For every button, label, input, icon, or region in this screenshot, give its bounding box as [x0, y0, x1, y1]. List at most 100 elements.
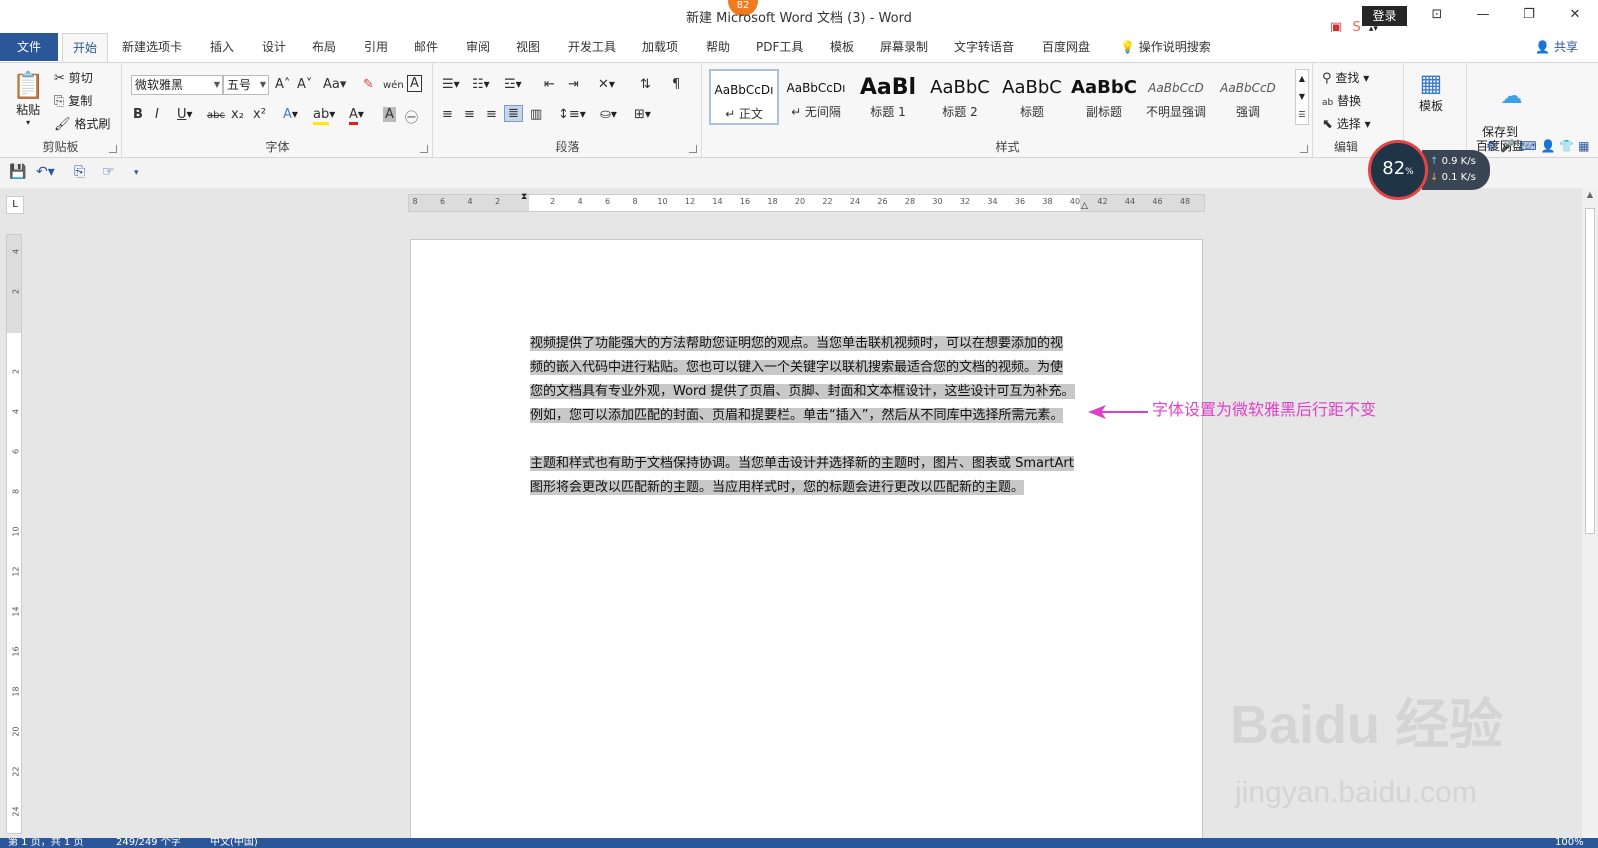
tab-item[interactable]: 审阅 [466, 38, 490, 55]
paste-button[interactable]: 📋 粘贴 ▾ [12, 71, 44, 127]
new-document-icon[interactable]: ⎘ [74, 164, 85, 180]
person-icon[interactable]: 👤 [1541, 139, 1556, 153]
tab-home[interactable]: 开始 [62, 33, 108, 63]
bold-button[interactable]: B [133, 107, 143, 122]
tab-item[interactable]: 视图 [516, 38, 540, 55]
grow-font-button[interactable]: A˄ [275, 77, 290, 92]
italic-button[interactable]: I [155, 107, 159, 122]
paragraph-2[interactable]: 主题和样式也有助于文档保持协调。当您单击设计并选择新的主题时，图片、图表或 Sm… [530, 452, 1075, 500]
share-button[interactable]: 👤 共享 [1535, 38, 1578, 55]
cut-button[interactable]: ✂ 剪切 [54, 69, 93, 86]
numbering-button[interactable]: ☷▾ [472, 77, 490, 92]
character-shading-button[interactable]: A [383, 107, 396, 122]
tab-item[interactable]: PDF工具 [756, 38, 803, 55]
tab-item[interactable]: 开发工具 [568, 38, 616, 55]
underline-button[interactable]: U▾ [177, 107, 193, 122]
superscript-button[interactable]: x² [253, 107, 266, 122]
clear-formatting-button[interactable]: ✎ [363, 77, 374, 92]
select-button[interactable]: ⬉ 选择 ▾ [1322, 115, 1371, 132]
tab-file[interactable]: 文件 [0, 33, 58, 61]
microphone-icon[interactable]: 🎤 [1501, 139, 1516, 153]
styles-launcher-icon[interactable] [1300, 145, 1308, 153]
clipboard-launcher-icon[interactable] [109, 145, 117, 153]
font-size-combo[interactable]: 五号 ▼ [223, 75, 269, 95]
zoom-level[interactable]: 100% [1555, 838, 1584, 848]
tab-item[interactable]: 插入 [210, 38, 234, 55]
sort-button[interactable]: ⇅ [640, 77, 651, 92]
tab-item[interactable]: 帮助 [706, 38, 730, 55]
increase-indent-button[interactable]: ⇥ [568, 77, 579, 92]
tab-item[interactable]: 设计 [262, 38, 286, 55]
keyboard-icon[interactable]: ⌨ [1519, 139, 1536, 153]
character-border-button[interactable]: A [407, 75, 422, 92]
tab-item[interactable]: 引用 [364, 38, 388, 55]
chevron-down-icon[interactable]: ▼ [214, 76, 220, 94]
template-button[interactable]: ▦ 模板 [1419, 69, 1443, 114]
style-item[interactable]: AaBbCcDı ↵ 正文 [709, 69, 779, 125]
tell-me-search[interactable]: 💡 操作说明搜索 [1120, 38, 1211, 55]
font-launcher-icon[interactable] [420, 145, 428, 153]
highlight-button[interactable]: ab▾ [313, 107, 335, 125]
font-color-button[interactable]: A▾ [349, 107, 364, 125]
touch-mode-icon[interactable]: ☞ [102, 164, 115, 180]
align-left-button[interactable]: ≡ [442, 107, 453, 122]
document-page[interactable]: 视频提供了功能强大的方法帮助您证明您的观点。当您单击联机视频时，可以在想要添加的… [410, 239, 1203, 839]
chevron-down-icon[interactable]: ▼ [260, 76, 266, 94]
more-styles-icon[interactable]: ☰ [1296, 106, 1308, 124]
word-count[interactable]: 249/249 个字 [116, 838, 181, 848]
text-effects-button[interactable]: A▾ [283, 107, 298, 122]
tab-item[interactable]: 加载项 [642, 38, 678, 55]
copy-button[interactable]: ⎘ 复制 [54, 92, 92, 109]
phonetic-guide-button[interactable]: wén [383, 77, 404, 91]
customize-qat-icon[interactable]: ▾ [134, 168, 139, 178]
find-button[interactable]: ⚲ 查找 ▾ [1322, 69, 1369, 86]
format-painter-button[interactable]: 🖌 格式刷 [54, 115, 110, 132]
save-icon[interactable]: 💾 [9, 164, 26, 180]
enclose-characters-button[interactable]: ㊀ [405, 107, 418, 126]
vertical-scrollbar[interactable]: ▲ [1582, 188, 1598, 838]
multilevel-list-button[interactable]: ☲▾ [504, 77, 522, 92]
page-count[interactable]: 第 1 页，共 1 页 [8, 838, 83, 848]
vertical-ruler[interactable]: 4 2 2 4 6 8 10 12 14 16 18 20 22 24 [6, 234, 22, 834]
font-name-combo[interactable]: 微软雅黑 ▼ [131, 75, 223, 95]
shirt-icon[interactable]: 👕 [1559, 139, 1574, 153]
restore-icon[interactable]: ❐ [1506, 0, 1552, 30]
minimize-icon[interactable]: — [1460, 0, 1506, 30]
horizontal-ruler[interactable]: 8 6 4 2 2 4 6 8 10 12 14 16 18 20 22 24 26 28 30 32 34 36 38 40… [408, 192, 1205, 212]
grid-icon[interactable]: ▦ [1578, 139, 1589, 153]
login-button[interactable]: 登录 [1362, 6, 1407, 26]
paragraph-1[interactable]: 视频提供了功能强大的方法帮助您证明您的观点。当您单击联机视频时，可以在想要添加的… [530, 332, 1075, 428]
strikethrough-button[interactable]: abc [207, 107, 225, 121]
justify-button[interactable]: ≣ [504, 105, 523, 122]
distributed-button[interactable]: ▥ [530, 107, 542, 122]
tab-item[interactable]: 屏幕录制 [880, 38, 928, 55]
paragraph-launcher-icon[interactable] [689, 145, 697, 153]
style-item[interactable]: AaBbC 标题 [997, 69, 1067, 125]
subscript-button[interactable]: x₂ [231, 107, 244, 122]
scrollbar-thumb[interactable] [1585, 208, 1595, 534]
scroll-down-icon[interactable]: ▼ [1296, 88, 1308, 106]
ribbon-display-options-icon[interactable]: ⊡ [1414, 0, 1460, 30]
style-item[interactable]: AaBbCcD 强调 [1213, 69, 1283, 125]
shading-button[interactable]: ⛀▾ [600, 107, 617, 122]
tab-item[interactable]: 文字转语音 [954, 38, 1014, 55]
tab-selector-icon[interactable]: L [6, 196, 24, 214]
bullets-button[interactable]: ☰▾ [442, 77, 460, 92]
scroll-up-icon[interactable]: ▲ [1296, 70, 1308, 88]
shrink-font-button[interactable]: A˅ [297, 77, 312, 92]
replace-button[interactable]: ab 替换 [1322, 92, 1361, 109]
style-item[interactable]: AaBbC 标题 2 [925, 69, 995, 125]
tab-item[interactable]: 新建选项卡 [122, 38, 182, 55]
scroll-up-icon[interactable]: ▲ [1582, 190, 1598, 199]
indent-marker-icon[interactable]: ⧗ [521, 192, 527, 202]
line-spacing-button[interactable]: ↕≡▾ [558, 107, 586, 122]
language[interactable]: 中文(中国) [210, 838, 258, 848]
style-item[interactable]: AaBbC 副标题 [1069, 69, 1139, 125]
styles-scroll[interactable]: ▲ ▼ ☰ [1295, 69, 1309, 125]
show-marks-button[interactable]: ¶ [672, 77, 680, 92]
network-speed-widget[interactable]: ↑ 0.9 K/s ↓ 0.1 K/s 82% [1368, 140, 1490, 200]
undo-icon[interactable]: ↶▾ [36, 164, 55, 180]
tab-item[interactable]: 布局 [312, 38, 336, 55]
tab-item[interactable]: 邮件 [414, 38, 438, 55]
style-item[interactable]: AaBbCcD 不明显强调 [1141, 69, 1211, 125]
